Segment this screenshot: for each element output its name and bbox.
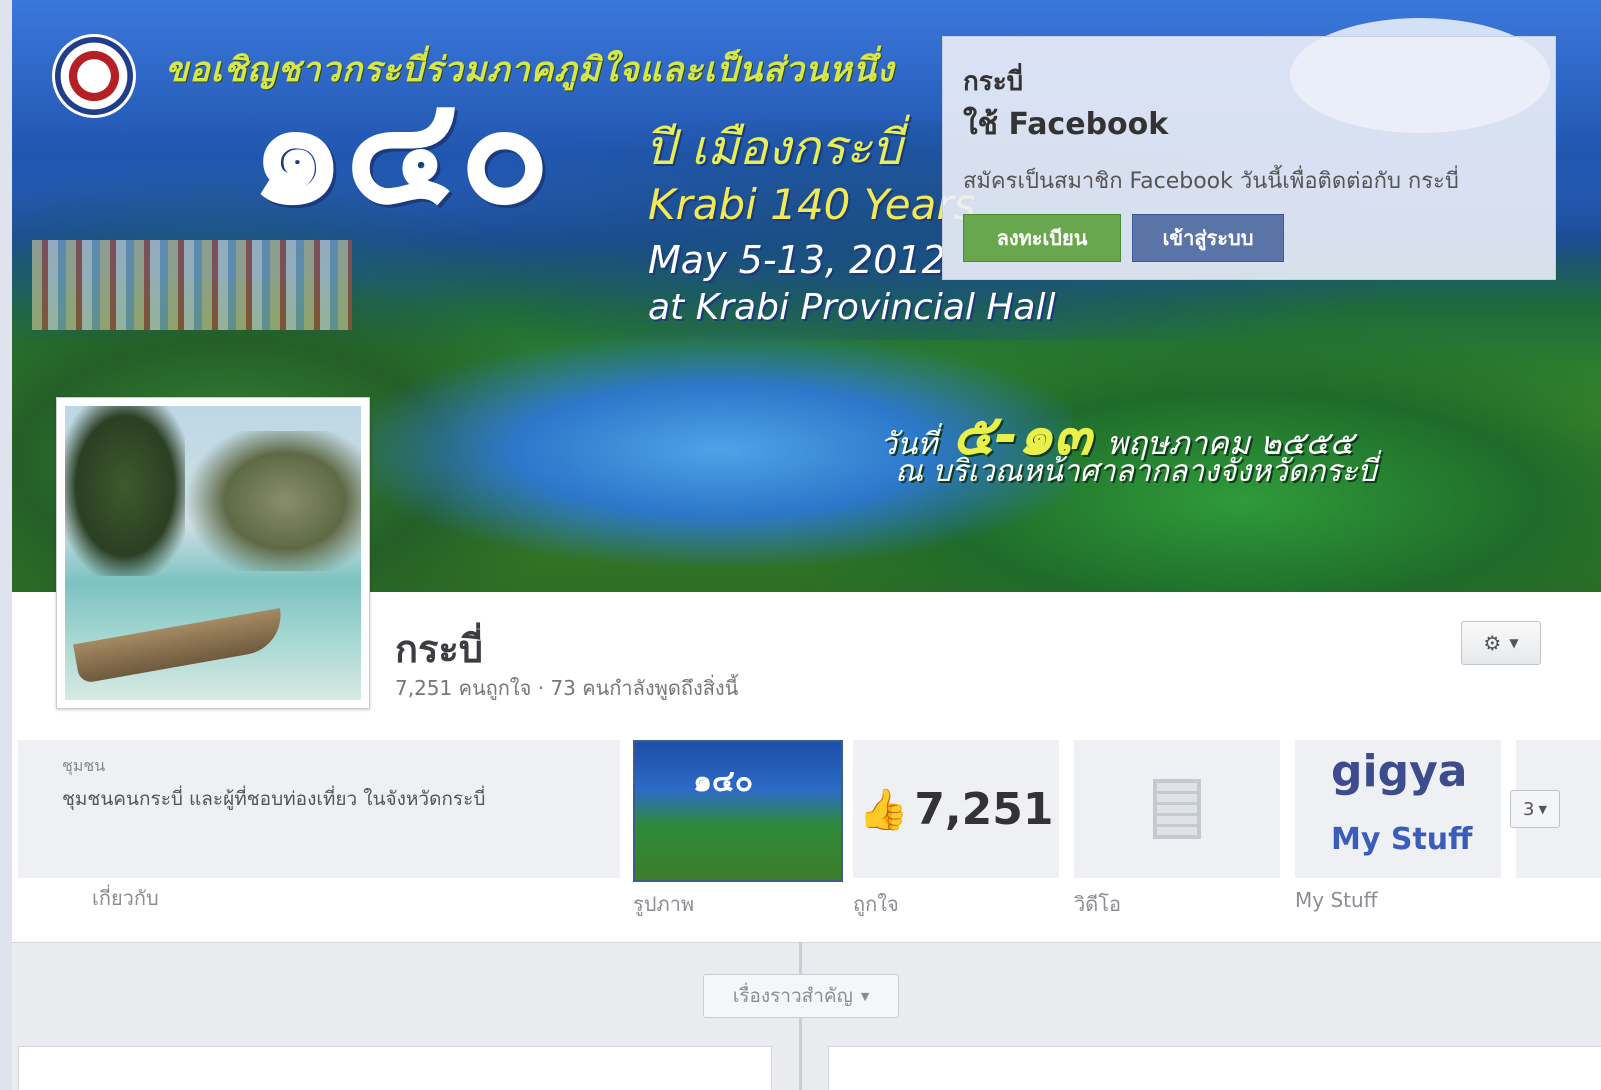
timeline-post-left[interactable]	[18, 1046, 772, 1090]
login-prompt-dialog: กระบี่ ใช้ Facebook สมัครเป็นสมาชิก Face…	[942, 36, 1556, 280]
cover-dates-en: May 5-13, 2012	[648, 238, 946, 282]
film-icon	[1153, 779, 1201, 839]
likes-label[interactable]: ถูกใจ	[853, 888, 899, 920]
photos-thumbnail-text: ๑๔๐	[693, 764, 754, 799]
cover-venue-thai: ณ บริเวณหน้าศาลากลางจังหวัดกระบี่	[895, 454, 1377, 489]
profile-image	[65, 406, 361, 700]
chevron-down-icon: ▼	[1509, 636, 1519, 650]
profile-rock-right	[185, 431, 361, 571]
cover-town	[32, 240, 352, 330]
likes-tile[interactable]: 👍 7,251	[853, 740, 1059, 878]
timeline-post-right[interactable]	[828, 1046, 1601, 1090]
photos-tile[interactable]: ๑๔๐	[633, 740, 843, 882]
video-tile[interactable]	[1074, 740, 1280, 878]
profile-longtail-boat	[73, 608, 287, 684]
page-stats[interactable]: 7,251 คนถูกใจ · 73 คนกำลังพูดถึงสิ่งนี้	[395, 672, 738, 704]
about-label[interactable]: เกี่ยวกับ	[92, 882, 159, 914]
highlights-dropdown[interactable]: เรื่องราวสำคัญ ▼	[703, 974, 899, 1018]
highlights-label: เรื่องราวสำคัญ	[732, 985, 853, 1007]
likes-count: 7,251	[914, 783, 1054, 835]
mystuff-label[interactable]: My Stuff	[1295, 888, 1377, 912]
gigya-mystuff-tile[interactable]: gigya My Stuff	[1295, 740, 1501, 878]
more-apps-count: 3	[1523, 798, 1535, 820]
dialog-description: สมัครเป็นสมาชิก Facebook วันนี้เพื่อติดต…	[963, 169, 1459, 194]
facebook-page-screenshot: ขอเชิญชาวกระบี่ร่วมภาคภูมิใจและเป็นส่วนห…	[0, 0, 1601, 1090]
profile-rock-left	[65, 406, 185, 576]
about-description: ชุมชนคนกระบี่ และผู้ที่ชอบท่องเที่ยว ในจ…	[62, 788, 486, 810]
about-box[interactable]: ชุมชน ชุมชนคนกระบี่ และผู้ที่ชอบท่องเที่…	[18, 740, 620, 878]
gear-icon: ⚙	[1483, 631, 1502, 655]
more-apps-button[interactable]: 3 ▼	[1510, 790, 1560, 828]
photos-label[interactable]: รูปภาพ	[633, 888, 694, 920]
video-label[interactable]: วิดีโอ	[1074, 888, 1121, 920]
settings-gear-button[interactable]: ⚙ ▼	[1461, 621, 1541, 665]
left-edge	[0, 0, 12, 1090]
chevron-down-icon: ▼	[860, 989, 870, 1003]
cover-big-number: ๑๔๐	[250, 62, 551, 238]
register-button[interactable]: ลงทะเบียน	[963, 214, 1121, 262]
login-button[interactable]: เข้าสู่ระบบ	[1132, 214, 1284, 262]
provincial-seal-logo	[52, 34, 136, 118]
chevron-down-icon: ▼	[1538, 802, 1547, 816]
page-title: กระบี่	[395, 627, 483, 671]
thumbs-up-icon: 👍	[858, 786, 909, 833]
dialog-title: ใช้ Facebook	[963, 107, 1169, 142]
cover-event-en: Krabi 140 Years	[648, 180, 976, 229]
about-category: ชุมชน	[62, 756, 106, 775]
profile-picture[interactable]	[56, 397, 370, 709]
gigya-logo: gigya	[1331, 746, 1468, 797]
dialog-page-name: กระบี่	[963, 67, 1024, 97]
cover-years-thai: ปี เมืองกระบี่	[645, 120, 903, 176]
gigya-subtitle: My Stuff	[1331, 822, 1473, 857]
cover-venue-en: at Krabi Provincial Hall	[648, 287, 1056, 328]
